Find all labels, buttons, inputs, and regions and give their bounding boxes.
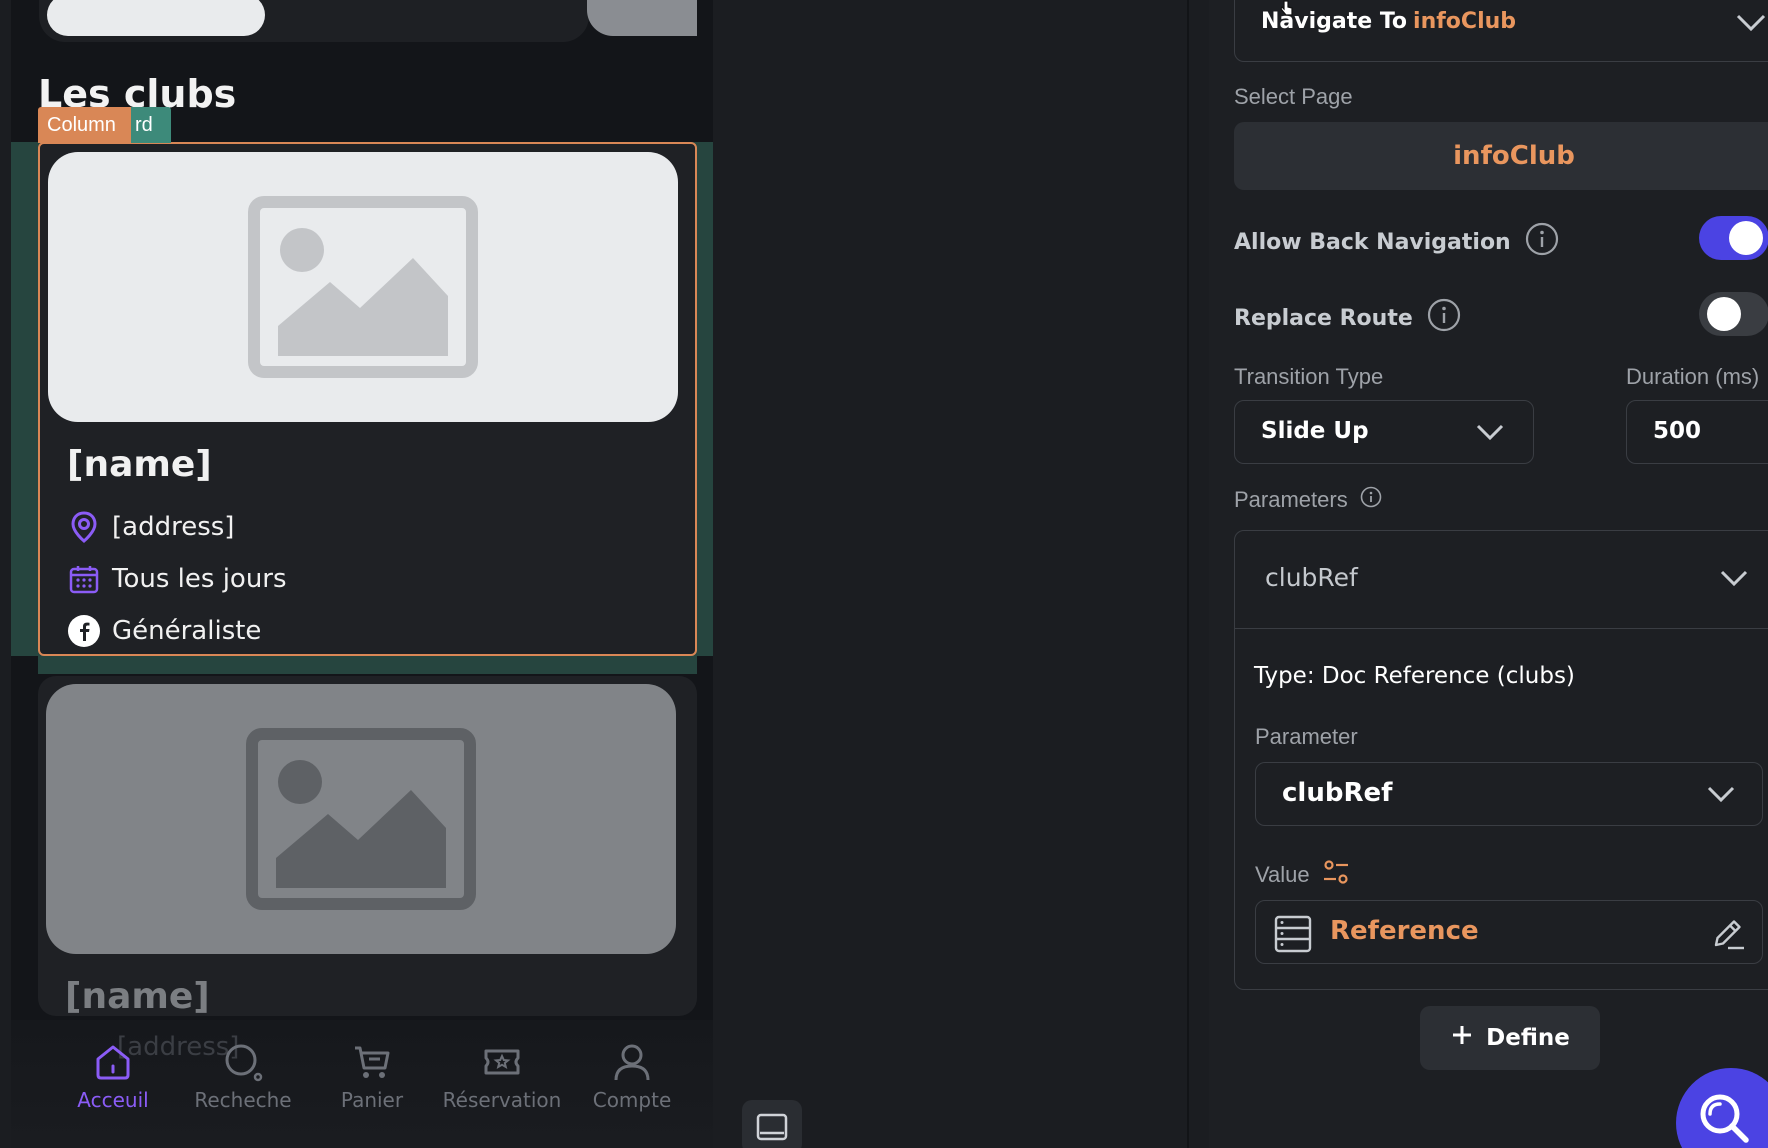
club-address: [address] bbox=[112, 512, 235, 542]
nav-label: Acceuil bbox=[77, 1088, 149, 1112]
parameters-header: Parameters bbox=[1234, 486, 1382, 514]
chevron-down-icon bbox=[1735, 13, 1767, 37]
nav-label: Recheche bbox=[194, 1088, 292, 1112]
club-image-placeholder bbox=[48, 152, 678, 422]
allow-back-navigation-toggle[interactable] bbox=[1699, 216, 1768, 260]
parameter-dropdown[interactable]: clubRef bbox=[1255, 762, 1763, 826]
allow-back-navigation-row: Allow Back Navigation bbox=[1234, 222, 1559, 262]
navigate-to-action-header[interactable]: Navigate To infoClub bbox=[1234, 0, 1768, 62]
navigate-to-target: infoClub bbox=[1413, 9, 1517, 34]
home-icon bbox=[48, 1040, 178, 1084]
parameters-label: Parameters bbox=[1234, 487, 1348, 512]
edit-pencil-icon[interactable] bbox=[1710, 915, 1746, 955]
value-source: Reference bbox=[1330, 916, 1479, 946]
cart-icon bbox=[307, 1040, 437, 1084]
value-label: Value bbox=[1255, 862, 1310, 887]
define-parameter-button[interactable]: Define bbox=[1420, 1006, 1600, 1070]
parameter-name: clubRef bbox=[1265, 563, 1358, 592]
image-icon bbox=[248, 196, 478, 378]
chevron-down-icon bbox=[1706, 785, 1736, 807]
plus-icon bbox=[1450, 1023, 1474, 1053]
define-label: Define bbox=[1486, 1025, 1570, 1051]
widget-tag-card: rd bbox=[131, 107, 171, 143]
select-page-label: Select Page bbox=[1234, 84, 1353, 109]
value-header: Value bbox=[1255, 858, 1350, 892]
club-card[interactable]: [name] bbox=[38, 676, 697, 1016]
info-icon[interactable] bbox=[1525, 222, 1559, 262]
parameter-label: Parameter bbox=[1255, 724, 1358, 749]
club-category-row: Généraliste bbox=[67, 614, 261, 648]
club-name: [name] bbox=[65, 976, 210, 1016]
nav-item-recheche[interactable]: Recheche bbox=[178, 1040, 308, 1112]
club-category: Généraliste bbox=[112, 616, 262, 646]
nav-item-compte[interactable]: Compte bbox=[567, 1040, 697, 1112]
widget-tag-column: Column bbox=[38, 107, 136, 143]
duration-input[interactable]: 500 bbox=[1626, 400, 1768, 464]
navigate-to-title: Navigate To infoClub bbox=[1261, 9, 1516, 34]
chevron-down-icon bbox=[1475, 423, 1505, 445]
user-icon bbox=[567, 1040, 697, 1084]
device-preview-button[interactable] bbox=[742, 1100, 802, 1148]
duration-label: Duration (ms) bbox=[1626, 364, 1760, 389]
toggle-knob bbox=[1729, 221, 1763, 255]
club-address-row: [address] bbox=[67, 510, 234, 544]
action-properties-panel: Navigate To infoClub Select Page infoClub… bbox=[1209, 0, 1768, 1148]
replace-route-row: Replace Route bbox=[1234, 298, 1461, 338]
info-icon[interactable] bbox=[1360, 486, 1382, 514]
transition-type-value: Slide Up bbox=[1261, 418, 1369, 444]
club-schedule-row: Tous les jours bbox=[67, 562, 287, 596]
allow-back-navigation-label: Allow Back Navigation bbox=[1234, 229, 1511, 255]
toggle-knob bbox=[1707, 297, 1741, 331]
cursor-icon bbox=[1279, 0, 1295, 21]
parameter-value: clubRef bbox=[1282, 778, 1393, 808]
info-icon[interactable] bbox=[1427, 298, 1461, 338]
previous-card-image bbox=[47, 0, 265, 36]
duration-value: 500 bbox=[1653, 418, 1702, 444]
transition-type-dropdown[interactable]: Slide Up bbox=[1234, 400, 1534, 464]
parameter-type: Type: Doc Reference (clubs) bbox=[1254, 663, 1575, 689]
search-icon bbox=[1696, 1090, 1752, 1148]
nav-item-acceuil[interactable]: Acceuil bbox=[48, 1040, 178, 1112]
next-card bbox=[587, 0, 697, 36]
location-pin-icon bbox=[67, 510, 101, 544]
transition-type-label: Transition Type bbox=[1234, 364, 1384, 389]
calendar-icon bbox=[67, 562, 101, 596]
tablet-icon bbox=[756, 1113, 788, 1141]
replace-route-label: Replace Route bbox=[1234, 305, 1413, 331]
parameter-card-header[interactable]: clubRef bbox=[1235, 531, 1768, 629]
phone-preview: Les clubs [name] [address] Tous les jour… bbox=[11, 0, 713, 1148]
nav-label: Panier bbox=[340, 1088, 404, 1112]
nav-label: Compte bbox=[592, 1088, 672, 1112]
replace-route-toggle[interactable] bbox=[1699, 292, 1768, 336]
chevron-down-icon bbox=[1719, 569, 1749, 591]
search-fab-button[interactable] bbox=[1676, 1068, 1768, 1148]
facebook-icon bbox=[67, 614, 101, 648]
image-icon bbox=[246, 728, 476, 910]
ticket-icon bbox=[437, 1040, 567, 1084]
database-icon bbox=[1274, 915, 1312, 957]
nav-label: Réservation bbox=[442, 1088, 562, 1112]
value-source-field[interactable]: Reference bbox=[1255, 900, 1763, 964]
nav-item-panier[interactable]: Panier bbox=[307, 1040, 437, 1112]
club-schedule: Tous les jours bbox=[112, 564, 287, 594]
variable-settings-icon[interactable] bbox=[1322, 858, 1350, 892]
club-name: [name] bbox=[67, 444, 212, 485]
page-selector[interactable]: infoClub bbox=[1234, 122, 1768, 190]
club-card[interactable]: [name] [address] Tous les jours Générali… bbox=[38, 142, 697, 656]
club-image-placeholder bbox=[46, 684, 676, 954]
panel-divider bbox=[1187, 0, 1189, 1148]
nav-item-reservation[interactable]: Réservation bbox=[437, 1040, 567, 1112]
search-icon bbox=[178, 1040, 308, 1084]
selection-highlight-bottom bbox=[38, 656, 697, 674]
